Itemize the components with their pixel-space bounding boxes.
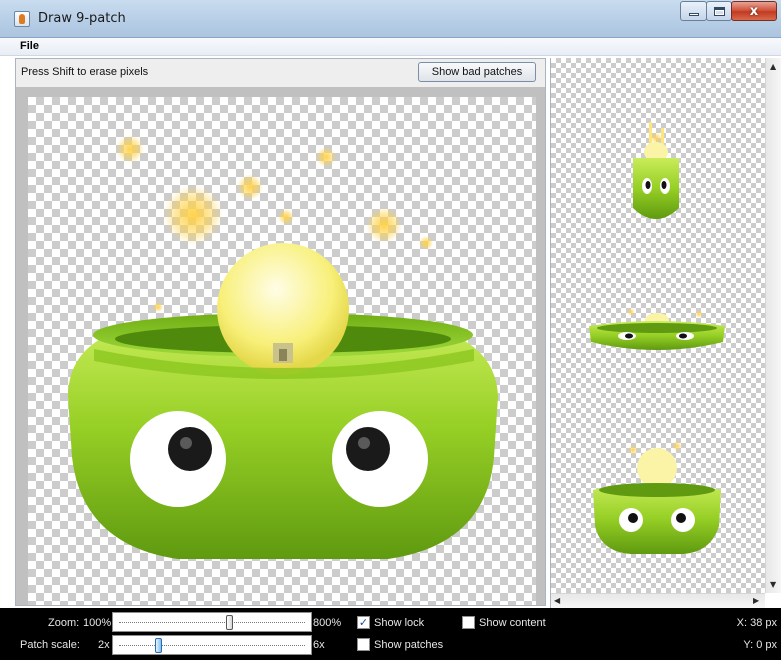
patch-scale-slider[interactable] bbox=[112, 635, 312, 655]
editor-canvas-frame bbox=[16, 87, 545, 605]
zoom-slider[interactable] bbox=[112, 612, 312, 632]
y-coordinate-readout: Y: 0 px bbox=[743, 639, 777, 651]
erase-hint-text: Press Shift to erase pixels bbox=[21, 66, 149, 78]
show-lock-label: Show lock bbox=[374, 617, 425, 629]
show-bad-patches-button[interactable]: Show bad patches bbox=[418, 62, 536, 82]
editor-canvas[interactable] bbox=[28, 97, 536, 605]
scroll-left-icon[interactable]: ◀ bbox=[554, 596, 560, 605]
editor-pane: Press Shift to erase pixels Show bad pat… bbox=[15, 58, 546, 606]
show-content-label: Show content bbox=[479, 617, 546, 629]
show-lock-checkbox[interactable]: ✓ bbox=[357, 616, 370, 629]
close-button[interactable]: x bbox=[731, 1, 777, 21]
control-bar: Zoom: 100% 800% Patch scale: 2x 6x ✓ Sho… bbox=[0, 608, 781, 660]
close-icon: x bbox=[749, 3, 759, 19]
show-patches-checkbox[interactable] bbox=[357, 638, 370, 651]
droid-image-large bbox=[68, 135, 498, 559]
patch-scale-max-label: 6x bbox=[313, 639, 325, 651]
minimize-icon bbox=[688, 12, 699, 16]
preview-canvas bbox=[551, 58, 765, 593]
menu-bar: File bbox=[0, 38, 781, 56]
preview-vertical-scrollbar[interactable]: ▲ ▼ bbox=[765, 58, 781, 593]
title-bar: Draw 9-patch x bbox=[0, 0, 781, 38]
maximize-icon bbox=[713, 6, 725, 16]
maximize-button[interactable] bbox=[706, 1, 732, 21]
x-coordinate-readout: X: 38 px bbox=[736, 617, 777, 629]
patch-scale-min-label: 2x bbox=[98, 639, 110, 651]
scroll-up-icon[interactable]: ▲ bbox=[770, 62, 776, 71]
scroll-right-icon[interactable]: ▶ bbox=[753, 596, 759, 605]
patch-scale-slider-thumb[interactable] bbox=[154, 638, 162, 653]
menu-file[interactable]: File bbox=[20, 40, 39, 52]
preview-pane: ▲ ▼ ◀ ▶ bbox=[550, 58, 781, 608]
minimize-button[interactable] bbox=[680, 1, 707, 21]
patch-scale-label: Patch scale: bbox=[20, 639, 80, 651]
zoom-min-label: 100% bbox=[83, 617, 112, 629]
java-app-icon bbox=[14, 11, 30, 27]
preview-horizontal-scrollbar[interactable]: ◀ ▶ bbox=[551, 593, 765, 608]
show-patches-label: Show patches bbox=[374, 639, 444, 651]
zoom-slider-thumb[interactable] bbox=[226, 615, 234, 630]
zoom-label: Zoom: bbox=[48, 617, 80, 629]
show-content-checkbox[interactable] bbox=[462, 616, 475, 629]
zoom-max-label: 800% bbox=[313, 617, 342, 629]
scroll-down-icon[interactable]: ▼ bbox=[770, 580, 776, 589]
droid-preview-images bbox=[589, 122, 725, 554]
window-title: Draw 9-patch bbox=[38, 11, 126, 26]
